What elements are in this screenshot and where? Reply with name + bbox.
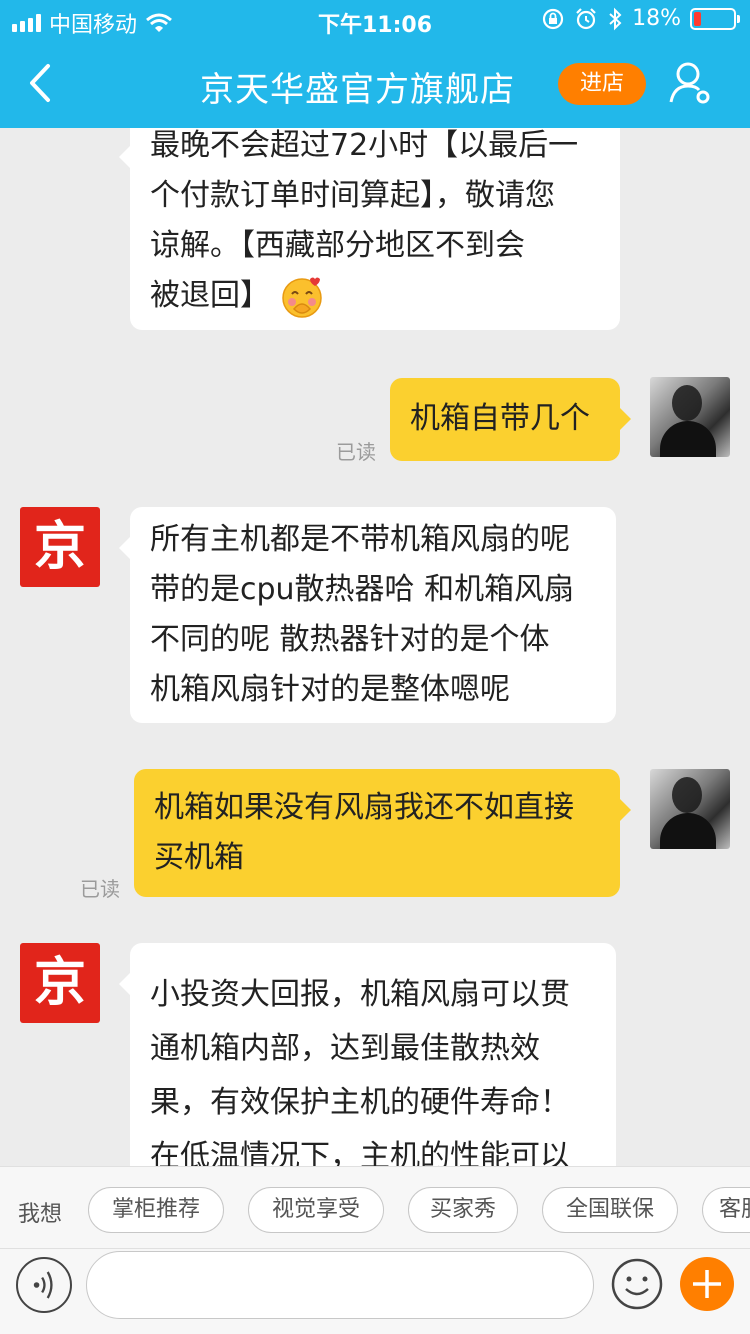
enter-store-button[interactable]: 进店 bbox=[558, 63, 646, 105]
quick-reply-chip[interactable]: 全国联保 bbox=[542, 1187, 678, 1233]
input-bar bbox=[0, 1248, 750, 1334]
alarm-icon bbox=[576, 7, 596, 29]
message-input[interactable] bbox=[86, 1251, 594, 1319]
message-line: 机箱风扇针对的是整体嗯呢 bbox=[150, 672, 510, 707]
bluetooth-icon bbox=[609, 7, 622, 30]
quick-reply-chip[interactable]: 视觉享受 bbox=[248, 1187, 384, 1233]
read-receipt: 已读 bbox=[80, 877, 120, 901]
message-line: 谅解。【西藏部分地区不到会 bbox=[150, 228, 525, 263]
message-line: 机箱自带几个 bbox=[410, 401, 590, 436]
message-line: 在低温情况下，主机的性能可以 bbox=[150, 1139, 570, 1166]
emoji-icon[interactable] bbox=[610, 1257, 664, 1311]
user-avatar[interactable] bbox=[650, 377, 730, 457]
battery-icon bbox=[690, 7, 740, 30]
status-bar: 中国移动 下午11:06 18% bbox=[0, 0, 750, 40]
quick-reply-chip[interactable]: 买家秀 bbox=[408, 1187, 518, 1233]
voice-icon[interactable] bbox=[16, 1257, 72, 1313]
message-line: 最晚不会超过72小时【以最后一 bbox=[150, 128, 579, 163]
user-settings-icon[interactable] bbox=[668, 60, 712, 106]
message-line: 机箱如果没有风扇我还不如直接 bbox=[154, 790, 574, 825]
message-line: 小投资大回报，机箱风扇可以贯 bbox=[150, 977, 570, 1012]
blushing-face-icon bbox=[280, 275, 324, 319]
message-line: 果，有效保护主机的硬件寿命！ bbox=[150, 1085, 570, 1120]
message-bubble-shop[interactable]: 所有主机都是不带机箱风扇的呢 带的是cpu散热器哈 和机箱风扇 不同的呢 散热器… bbox=[119, 507, 616, 723]
battery-percent: 18% bbox=[632, 6, 681, 31]
message-bubble-me[interactable]: 机箱如果没有风扇我还不如直接 买机箱 bbox=[134, 769, 631, 897]
shop-avatar[interactable]: 京 bbox=[20, 507, 100, 587]
message-line: 个付款订单时间算起】，敬请您 bbox=[150, 178, 555, 213]
user-avatar[interactable] bbox=[650, 769, 730, 849]
quick-reply-label: 我想 bbox=[18, 1202, 63, 1227]
chat-area[interactable]: 最晚不会超过72小时【以最后一 个付款订单时间算起】，敬请您 谅解。【西藏部分地… bbox=[0, 128, 750, 1166]
message-bubble-shop[interactable]: 最晚不会超过72小时【以最后一 个付款订单时间算起】，敬请您 谅解。【西藏部分地… bbox=[119, 128, 620, 330]
message-line: 不同的呢 散热器针对的是个体 bbox=[150, 622, 550, 657]
shop-avatar[interactable]: 京 bbox=[20, 943, 100, 1023]
message-line: 所有主机都是不带机箱风扇的呢 bbox=[150, 522, 570, 557]
header: 中国移动 下午11:06 18% 京天华盛官方旗舰店 进店 bbox=[0, 0, 750, 128]
quick-reply-chip[interactable]: 掌柜推荐 bbox=[88, 1187, 224, 1233]
page-title: 京天华盛官方旗舰店 bbox=[200, 70, 515, 110]
quick-reply-chip[interactable]: 客服 bbox=[702, 1187, 750, 1233]
quick-reply-bar: 我想 掌柜推荐 视觉享受 买家秀 全国联保 客服 bbox=[0, 1166, 750, 1248]
read-receipt: 已读 bbox=[336, 440, 376, 464]
nav-bar: 京天华盛官方旗舰店 进店 bbox=[0, 40, 750, 128]
message-line: 通机箱内部，达到最佳散热效 bbox=[150, 1031, 540, 1066]
lock-rotation-icon bbox=[542, 8, 564, 29]
message-bubble-shop[interactable]: 小投资大回报，机箱风扇可以贯 通机箱内部，达到最佳散热效 果，有效保护主机的硬件… bbox=[119, 943, 616, 1166]
message-line: 被退回】 bbox=[150, 278, 270, 313]
plus-icon[interactable] bbox=[680, 1257, 734, 1311]
message-line: 带的是cpu散热器哈 和机箱风扇 bbox=[150, 572, 575, 607]
back-arrow-icon[interactable] bbox=[22, 60, 62, 106]
message-bubble-me[interactable]: 机箱自带几个 bbox=[390, 378, 631, 461]
message-line: 买机箱 bbox=[154, 840, 244, 875]
